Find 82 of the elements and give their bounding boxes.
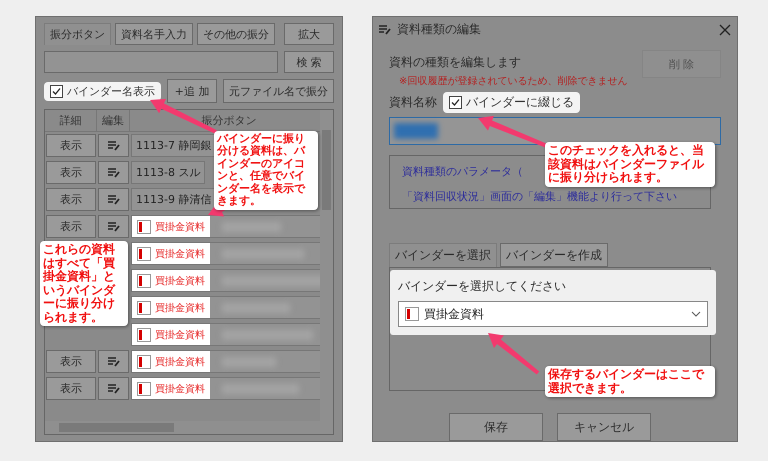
- bind-checkbox[interactable]: バインダーに綴じる: [443, 92, 580, 113]
- annotation-text: このチェックを入れると、当該資料はバインダーファイルに振り分けられます。: [545, 142, 715, 187]
- tab[interactable]: その他の振分: [197, 23, 275, 45]
- show-button[interactable]: 表示: [46, 134, 96, 157]
- heading: 資料の種類を編集します: [389, 54, 522, 71]
- binder-icon: [137, 328, 151, 342]
- sort-button[interactable]: 買掛金資料: [131, 377, 320, 400]
- add-button[interactable]: +追 加: [167, 79, 217, 103]
- binder-dropdown[interactable]: 買掛金資料: [398, 301, 708, 327]
- horizontal-scrollbar[interactable]: [45, 421, 333, 434]
- show-button[interactable]: 表示: [46, 350, 96, 373]
- name-label: 資料名称: [389, 94, 437, 111]
- check-icon: [451, 98, 460, 107]
- edit-button[interactable]: [98, 134, 129, 157]
- sort-button[interactable]: 1113-8 スル: [131, 161, 206, 184]
- column-header: 詳細: [45, 110, 97, 132]
- sort-button[interactable]: 買掛金資料: [131, 269, 320, 292]
- tab[interactable]: 資料名手入力: [115, 23, 193, 45]
- binder-name-checkbox[interactable]: バインダー名表示: [44, 82, 161, 100]
- edit-button[interactable]: [98, 377, 129, 400]
- binder-label: 買掛金資料: [132, 270, 210, 291]
- check-icon: [52, 86, 61, 96]
- chevron-down-icon: [691, 311, 701, 317]
- binder-icon: [137, 354, 151, 368]
- annotation-text: 保存するバインダーはここで選択できます。: [545, 366, 715, 398]
- sort-button[interactable]: 買掛金資料: [131, 323, 320, 346]
- edit-list-icon: [108, 356, 120, 366]
- binder-label: 買掛金資料: [132, 243, 210, 264]
- binder-label: 買掛金資料: [132, 297, 210, 318]
- annotation-text: これらの資料はすべて「買掛金資料」というバインダーに振り分けられます。: [40, 241, 128, 326]
- binder-label: 買掛金資料: [132, 216, 210, 237]
- edit-button[interactable]: [98, 188, 129, 211]
- vertical-scrollbar[interactable]: [320, 110, 333, 421]
- edit-list-icon: [108, 194, 120, 204]
- warning-text: ※回収履歴が登録されているため、削除できません: [399, 74, 628, 88]
- arrow: [478, 116, 548, 148]
- tab[interactable]: バインダーを作成: [500, 243, 608, 267]
- binder-label: 買掛金資料: [132, 351, 210, 372]
- edit-list-icon: [108, 384, 120, 394]
- edit-button[interactable]: [98, 215, 129, 238]
- info-text: 「資料回収状況」画面の「編集」機能より行って下さい: [402, 189, 677, 204]
- edit-button[interactable]: [98, 350, 129, 373]
- binder-icon: [137, 220, 151, 234]
- show-button[interactable]: 表示: [46, 188, 96, 211]
- edit-list-icon: [108, 168, 120, 178]
- edit-list-icon: [379, 24, 391, 34]
- tab[interactable]: バインダーを選択: [389, 243, 497, 267]
- show-button[interactable]: 表示: [46, 377, 96, 400]
- sort-button[interactable]: 1113-9 静清信: [131, 188, 216, 211]
- binder-icon: [137, 300, 151, 314]
- sort-button[interactable]: 買掛金資料: [131, 242, 320, 265]
- sort-button[interactable]: 買掛金資料: [131, 296, 320, 319]
- edit-list-icon: [108, 140, 120, 150]
- binder-icon: [137, 274, 151, 288]
- show-button[interactable]: 表示: [46, 161, 96, 184]
- window-title: 資料種類の編集: [397, 21, 482, 38]
- close-icon[interactable]: [719, 24, 731, 36]
- info-text: 資料種類のパラメータ（: [402, 164, 523, 179]
- dialog-button[interactable]: キャンセル: [557, 413, 651, 441]
- annotation-text: バインダーに振り分ける資料は、バインダーのアイコンと、任意でバインダー名を表示できます。: [214, 131, 318, 210]
- edit-list-icon: [108, 222, 120, 232]
- edit-button[interactable]: [98, 161, 129, 184]
- binder-label: 買掛金資料: [132, 324, 210, 345]
- split-by-filename-button[interactable]: 元ファイル名で振分: [223, 79, 334, 103]
- binder-icon: [137, 382, 151, 396]
- show-button[interactable]: 表示: [46, 215, 96, 238]
- search-button[interactable]: 検 索: [284, 51, 334, 73]
- column-header: 編集: [97, 110, 130, 132]
- sort-button[interactable]: 買掛金資料: [131, 215, 320, 238]
- arrow: [488, 333, 540, 375]
- tab[interactable]: 振分ボタン: [44, 23, 111, 45]
- binder-label: 買掛金資料: [132, 378, 210, 399]
- dialog-button[interactable]: 保存: [449, 413, 543, 441]
- binder-icon: [137, 246, 151, 260]
- search-field[interactable]: [44, 51, 278, 73]
- sort-button[interactable]: 1113-7 静岡銀: [131, 134, 216, 157]
- blurred-text: [394, 123, 438, 139]
- sort-button[interactable]: 買掛金資料: [131, 350, 320, 373]
- binder-icon: [405, 307, 419, 321]
- select-prompt: バインダーを選択してください: [398, 278, 567, 295]
- expand-button[interactable]: 拡大: [284, 23, 334, 45]
- name-field[interactable]: [389, 117, 721, 145]
